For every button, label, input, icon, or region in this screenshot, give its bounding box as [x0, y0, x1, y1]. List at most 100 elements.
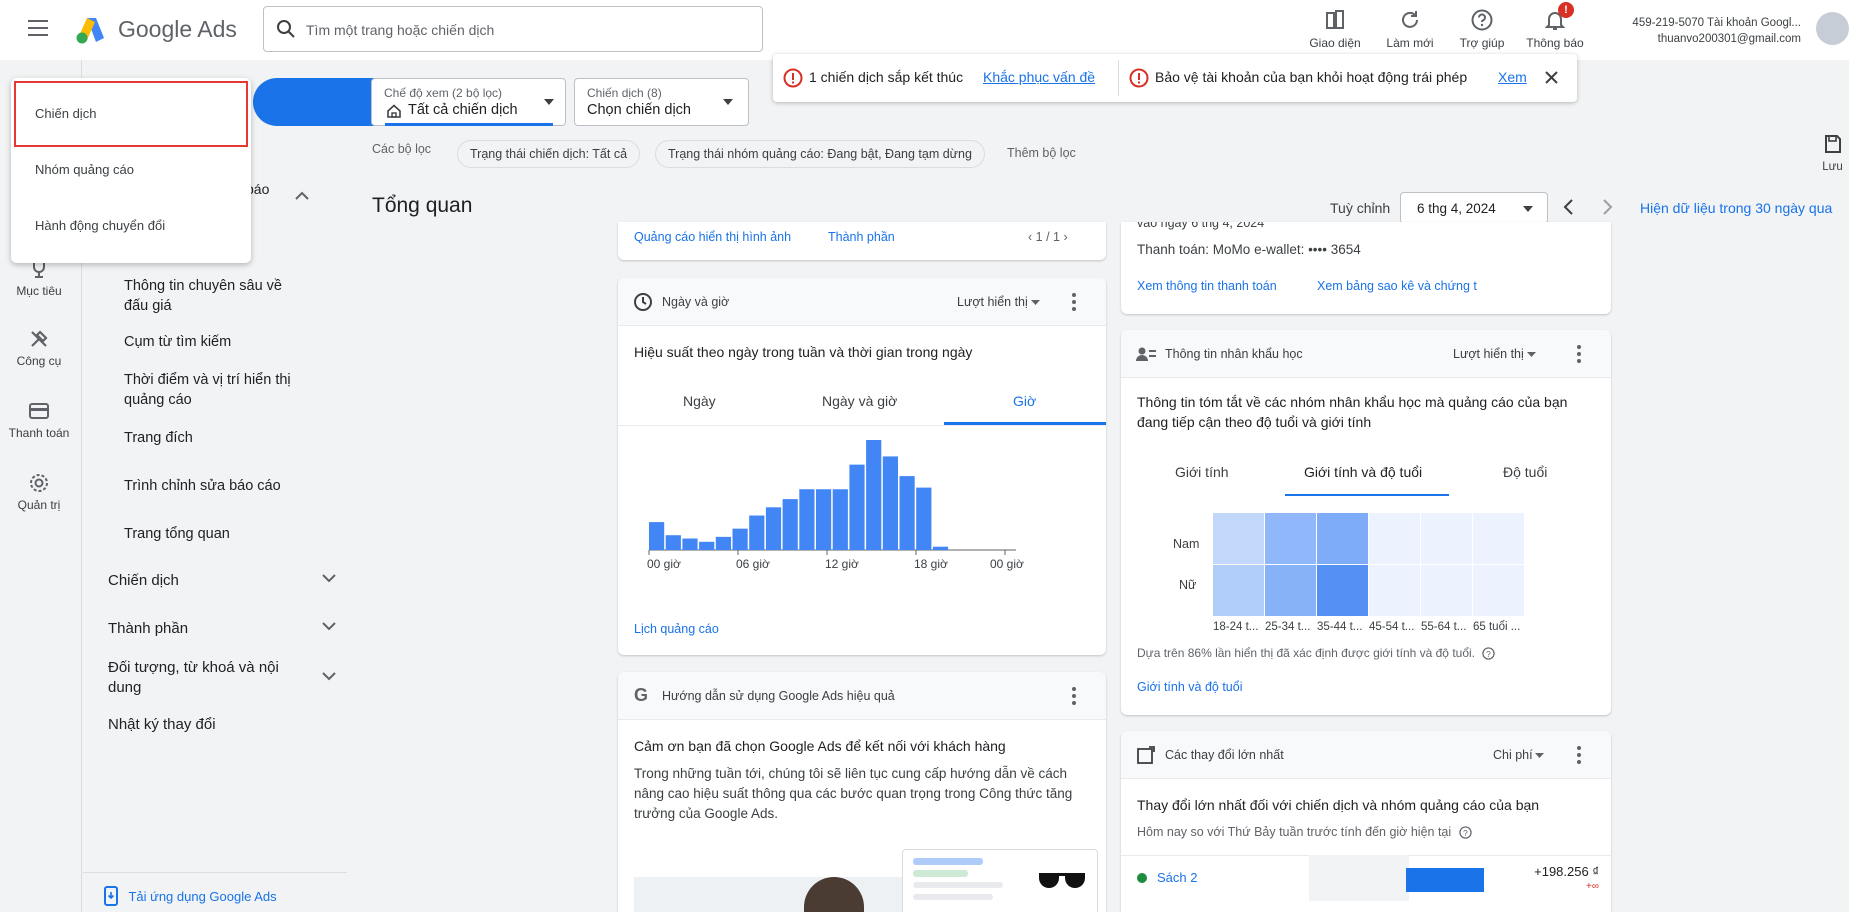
avatar[interactable] — [1816, 12, 1849, 45]
more-options-icon[interactable] — [1577, 746, 1581, 767]
refresh-button[interactable]: Làm mới — [1375, 8, 1445, 56]
changes-subtitle: Hôm nay so với Thứ Bảy tuần trước tính đ… — [1137, 825, 1472, 839]
metric-select[interactable]: Chi phí — [1493, 748, 1533, 762]
card-head-label: Ngày và giờ — [662, 295, 730, 309]
heatmap-column-label: 18-24 t... — [1213, 621, 1259, 633]
nav-section-audiences-label: Đối tượng, từ khoá và nội dung — [108, 659, 279, 696]
tab-hour[interactable]: Giờ — [1013, 393, 1036, 409]
bar-hour-1 — [665, 535, 681, 550]
app-download-label: Tải ứng dụng Google Ads — [128, 888, 277, 904]
add-filter-button[interactable]: Thêm bộ lọc — [1007, 146, 1076, 160]
nav-section-campaigns[interactable]: Chiến dịch — [108, 572, 336, 594]
nav-section-assets[interactable]: Thành phần — [108, 620, 336, 642]
nav-item-where-when[interactable]: Thời điểm và vị trí hiển thị quảng cáo — [124, 370, 299, 410]
chevron-down-icon — [322, 622, 336, 631]
changes-icon — [1137, 746, 1155, 764]
bar-hour-5 — [732, 528, 748, 550]
tab-day-hour[interactable]: Ngày và giờ — [822, 393, 897, 409]
chevron-right-icon[interactable] — [1602, 198, 1614, 216]
save-button[interactable]: Lưu — [1816, 134, 1849, 173]
tab-gender-age[interactable]: Giới tính và độ tuổi — [1304, 464, 1422, 480]
help-button[interactable]: Trợ giúp — [1447, 8, 1517, 56]
notifications-button[interactable]: Thông báo ! — [1520, 2, 1590, 56]
metric-select[interactable]: Lượt hiển thị — [957, 295, 1028, 309]
menu-item-campaign[interactable]: Chiến dịch — [35, 106, 96, 121]
app-download-link[interactable]: Tải ứng dụng Google Ads — [104, 886, 277, 906]
ad-schedule-link[interactable]: Lịch quảng cáo — [634, 622, 719, 636]
heatmap-cell — [1317, 565, 1368, 616]
home-icon — [387, 104, 401, 118]
customize-button[interactable]: Tuỳ chỉnh — [1330, 200, 1390, 216]
alert-1-link[interactable]: Khắc phục vấn đề — [983, 69, 1095, 85]
tab-day[interactable]: Ngày — [683, 393, 716, 409]
date-range-text[interactable]: Hiện dữ liệu trong 30 ngày qua — [1640, 200, 1832, 216]
more-options-icon[interactable] — [1072, 293, 1076, 314]
rail-item-admin[interactable]: Quản trị — [0, 472, 78, 512]
close-icon[interactable] — [1544, 70, 1559, 85]
billing-info-link[interactable]: Xem thông tin thanh toán — [1137, 279, 1277, 293]
gear-icon — [30, 474, 48, 492]
save-icon — [1824, 135, 1841, 153]
date-picker[interactable]: 6 thg 4, 2024 — [1400, 192, 1548, 224]
campaign-select[interactable]: Chiến dịch (8) Chọn chiến dịch — [574, 78, 749, 126]
bar-hour-0 — [649, 522, 665, 550]
credit-card-icon — [29, 403, 49, 419]
rail-item-tools[interactable]: Công cụ — [0, 328, 78, 368]
change-row-name[interactable]: Sách 2 — [1157, 870, 1197, 885]
alert-2-text: Bảo vệ tài khoản của bạn khỏi hoạt động … — [1155, 69, 1468, 85]
menu-item-ad-group[interactable]: Nhóm quảng cáo — [35, 162, 134, 177]
ads-link-assets[interactable]: Thành phần — [828, 230, 895, 244]
nav-item-report-editor[interactable]: Trình chỉnh sửa báo cáo — [124, 476, 281, 496]
rail-item-billing[interactable]: Thanh toán — [0, 400, 78, 440]
chevron-left-icon[interactable] — [1562, 198, 1574, 216]
view-mode-select[interactable]: Chế độ xem (2 bộ lọc) Tất cả chiến dịch — [371, 78, 566, 126]
card-head-label: Hướng dẫn sử dụng Google Ads hiệu quả — [662, 689, 895, 703]
change-value: +198.256 ₫ — [1534, 864, 1599, 879]
billing-statement-link[interactable]: Xem bảng sao kê và chứng t — [1317, 279, 1477, 293]
search-input[interactable]: Tìm một trang hoặc chiến dịch — [263, 6, 763, 52]
gender-age-link[interactable]: Giới tính và độ tuổi — [1137, 680, 1242, 694]
x-tick-label: 06 giờ — [736, 557, 770, 571]
heatmap-column-label: 35-44 t... — [1317, 621, 1363, 633]
heatmap-cell — [1213, 513, 1264, 564]
help-icon[interactable]: ? — [1458, 826, 1472, 839]
dropdown-arrow-icon — [723, 99, 733, 105]
svg-text:?: ? — [1487, 649, 1492, 659]
appearance-button[interactable]: Giao diện — [1300, 8, 1370, 56]
demographics-note: Dựa trên 86% lần hiển thị đã xác định đư… — [1137, 646, 1496, 661]
guide-illustration — [634, 849, 1098, 912]
appearance-label: Giao diện — [1309, 36, 1361, 50]
nav-item-dashboards[interactable]: Trang tổng quan — [124, 524, 230, 544]
bar-hour-4 — [715, 536, 731, 550]
top-bar: Google Ads Tìm một trang hoặc chiến dịch… — [0, 0, 1849, 60]
bar-hour-16 — [916, 487, 932, 550]
more-options-icon[interactable] — [1072, 687, 1076, 708]
account-info[interactable]: 459-219-5070 Tài khoản Googl... thuanvo2… — [1632, 15, 1801, 47]
heatmap-columns: 18-24 t... 25-34 t... 35-44 t... 45-54 t...… — [1213, 617, 1533, 633]
filter-chip-adgroup-status[interactable]: Trạng thái nhóm quảng cáo: Đang bật, Đan… — [655, 140, 985, 168]
preview-bar — [913, 894, 993, 900]
nav-item-search-terms[interactable]: Cụm từ tìm kiếm — [124, 332, 231, 352]
help-label: Trợ giúp — [1459, 36, 1505, 50]
metric-select[interactable]: Lượt hiển thị — [1453, 347, 1524, 361]
chevron-up-icon[interactable] — [295, 191, 309, 200]
menu-item-conversion-action[interactable]: Hành động chuyển đổi — [35, 218, 165, 233]
ads-link-display[interactable]: Quảng cáo hiển thị hình ảnh — [634, 230, 791, 244]
rail-item-goals[interactable]: Mục tiêu — [0, 258, 78, 298]
heatmap-cell — [1317, 513, 1368, 564]
nav-section-audiences[interactable]: Đối tượng, từ khoá và nội dung — [108, 658, 336, 702]
more-options-icon[interactable] — [1577, 345, 1581, 366]
nav-item-landing-pages[interactable]: Trang đích — [124, 428, 193, 448]
alert-2-link[interactable]: Xem — [1498, 69, 1527, 85]
logo-text: Google Ads — [118, 16, 237, 42]
demographics-title: Thông tin tóm tắt về các nhóm nhân khẩu … — [1137, 394, 1568, 430]
tab-gender[interactable]: Giới tính — [1175, 464, 1229, 480]
filter-chip-campaign-status[interactable]: Trạng thái chiến dịch: Tất cả — [457, 140, 641, 168]
help-icon[interactable]: ? — [1482, 647, 1496, 661]
menu-icon[interactable] — [28, 20, 48, 36]
tab-age[interactable]: Độ tuổi — [1503, 464, 1547, 480]
bar-hour-13 — [866, 440, 882, 550]
bar-hour-8 — [782, 499, 798, 550]
nav-item-auction-insights[interactable]: Thông tin chuyên sâu về đấu giá — [124, 276, 299, 316]
nav-section-change-history[interactable]: Nhật ký thay đổi — [108, 716, 216, 733]
